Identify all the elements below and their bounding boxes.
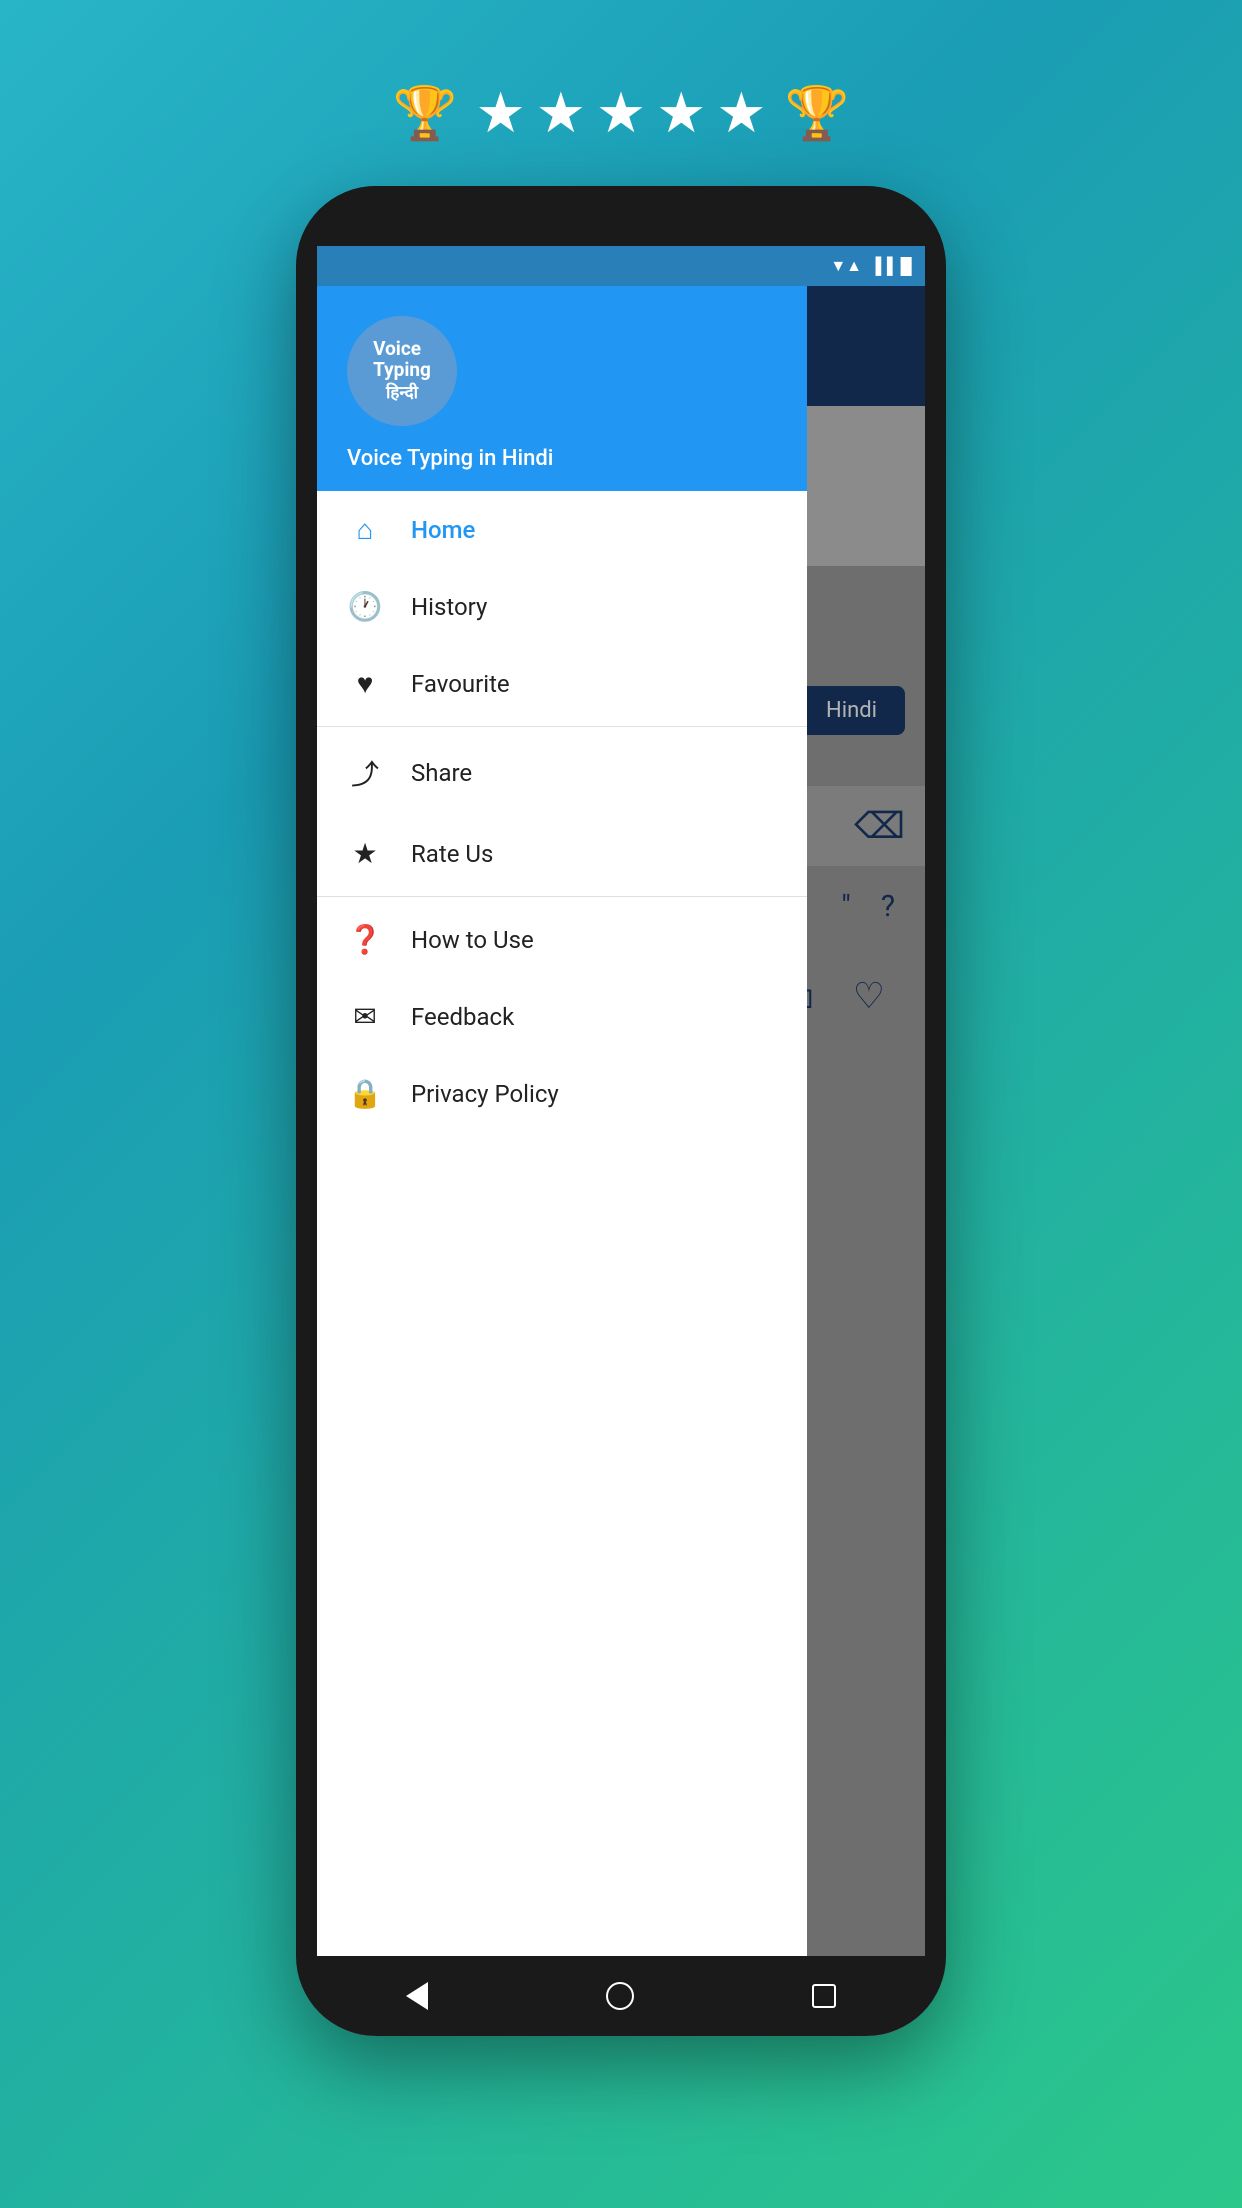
app-content: त करो| Hindi ⌫ " ? ⧉ ♡ [317,286,925,1956]
history-icon: 🕐 [347,590,383,623]
favourite-label: Favourite [411,670,510,698]
drawer-item-rate-us[interactable]: ★ Rate Us [317,815,807,892]
logo-text-en: VoiceTyping [373,339,431,381]
drawer-item-history[interactable]: 🕐 History [317,568,807,645]
app-logo: VoiceTyping हिन्दी [347,316,457,426]
back-button[interactable] [406,1982,428,2010]
home-button[interactable] [606,1982,634,2010]
phone-frame: ▼▲ ▐▐ ▉ त करो| Hindi ⌫ " ? [296,186,946,2036]
battery-icon: ▉ [901,257,913,276]
privacy-policy-icon: 🔒 [347,1077,383,1110]
star-3: ★ [596,80,646,146]
logo-text-hi: हिन्दी [386,380,418,403]
rate-us-icon: ★ [347,837,383,870]
how-to-use-label: How to Use [411,926,534,954]
trophy-left-icon: 🏆 [393,83,458,144]
star-1: ★ [475,80,525,146]
dim-overlay [807,286,925,1956]
wifi-icon: ▼▲ [830,256,862,276]
phone-top-bezel [296,186,946,246]
drawer-item-share[interactable]: ⤴ Share [317,731,807,815]
drawer-item-feedback[interactable]: ✉ Feedback [317,978,807,1055]
drawer-app-name: Voice Typing in Hindi [347,446,553,471]
drawer-item-privacy-policy[interactable]: 🔒 Privacy Policy [317,1055,807,1132]
share-icon: ⤴ [347,753,383,793]
navigation-drawer: VoiceTyping हिन्दी Voice Typing in Hindi… [317,286,807,1956]
trophy-right-icon: 🏆 [785,83,850,144]
status-bar: ▼▲ ▐▐ ▉ [317,246,925,286]
recent-button[interactable] [812,1984,836,2008]
phone-bottom-nav [317,1956,925,2036]
drawer-item-how-to-use[interactable]: ❓ How to Use [317,901,807,978]
home-label: Home [411,516,475,544]
star-2: ★ [536,80,586,146]
feedback-label: Feedback [411,1003,514,1031]
feedback-icon: ✉ [347,1000,383,1033]
star-4: ★ [656,80,706,146]
divider-1 [317,726,807,727]
how-to-use-icon: ❓ [347,923,383,956]
divider-2 [317,896,807,897]
drawer-item-home[interactable]: ⌂ Home [317,491,807,568]
rating-row: 🏆 ★ ★ ★ ★ ★ 🏆 [393,80,850,146]
drawer-body: ⌂ Home 🕐 History ♥ Favourite [317,491,807,1956]
signal-icon: ▐▐ [870,256,893,276]
star-5: ★ [716,80,766,146]
favourite-icon: ♥ [347,667,383,700]
share-label: Share [411,759,472,787]
privacy-policy-label: Privacy Policy [411,1080,559,1108]
stars-container: ★ ★ ★ ★ ★ [475,80,766,146]
home-icon: ⌂ [347,513,383,546]
drawer-item-favourite[interactable]: ♥ Favourite [317,645,807,722]
rate-us-label: Rate Us [411,840,493,868]
history-label: History [411,593,487,621]
screen: ▼▲ ▐▐ ▉ त करो| Hindi ⌫ " ? [317,246,925,2036]
drawer-header: VoiceTyping हिन्दी Voice Typing in Hindi [317,286,807,491]
